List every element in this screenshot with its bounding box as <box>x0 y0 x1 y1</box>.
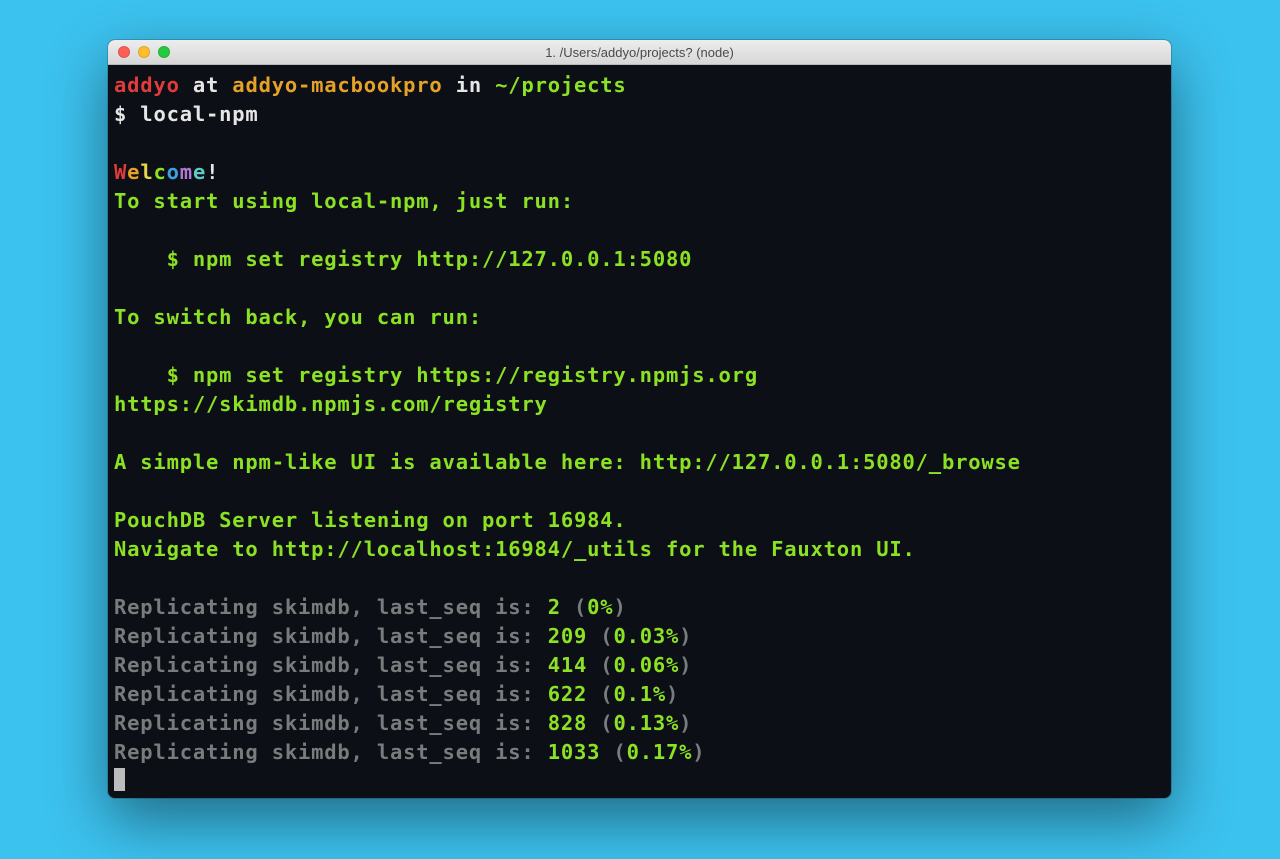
paren-close: ) <box>692 740 705 764</box>
paren-open: ( <box>600 653 613 677</box>
welcome-letter: W <box>114 160 127 184</box>
line-switch: To switch back, you can run: <box>114 305 482 329</box>
welcome-banner: Welcome! <box>114 160 219 184</box>
paren-close: ) <box>679 711 692 735</box>
paren-open: ( <box>574 595 587 619</box>
replication-row: Replicating skimdb, last_seq is: 209 (0.… <box>114 624 692 648</box>
cmd-set-local: $ npm set registry http://127.0.0.1:5080 <box>114 247 692 271</box>
replication-seq: 622 <box>548 682 587 706</box>
prompt-at: at <box>180 73 233 97</box>
close-icon[interactable] <box>118 46 130 58</box>
traffic-lights <box>118 46 170 58</box>
replication-prefix: Replicating skimdb, last_seq is: <box>114 653 548 677</box>
replication-row: Replicating skimdb, last_seq is: 414 (0.… <box>114 653 692 677</box>
prompt-host: addyo-macbookpro <box>232 73 442 97</box>
welcome-letter: ! <box>206 160 219 184</box>
prompt-dollar: $ <box>114 102 140 126</box>
welcome-letter: m <box>180 160 193 184</box>
paren-close: ) <box>613 595 626 619</box>
skimdb-url: https://skimdb.npmjs.com/registry <box>114 392 548 416</box>
zoom-icon[interactable] <box>158 46 170 58</box>
replication-seq: 1033 <box>548 740 601 764</box>
replication-log: Replicating skimdb, last_seq is: 2 (0%) … <box>114 595 705 764</box>
replication-seq: 828 <box>548 711 587 735</box>
paren-open: ( <box>600 682 613 706</box>
prompt-user: addyo <box>114 73 180 97</box>
replication-prefix: Replicating skimdb, last_seq is: <box>114 740 548 764</box>
pouch-line: PouchDB Server listening on port 16984. <box>114 508 627 532</box>
replication-row: Replicating skimdb, last_seq is: 622 (0.… <box>114 682 679 706</box>
cursor-icon <box>114 768 125 791</box>
paren-close: ) <box>679 653 692 677</box>
replication-pct: 0.03% <box>613 624 679 648</box>
replication-pct: 0.06% <box>613 653 679 677</box>
minimize-icon[interactable] <box>138 46 150 58</box>
replication-prefix: Replicating skimdb, last_seq is: <box>114 682 548 706</box>
paren-open: ( <box>600 624 613 648</box>
fauxton-line: Navigate to http://localhost:16984/_util… <box>114 537 916 561</box>
paren-open: ( <box>613 740 626 764</box>
ui-line: A simple npm-like UI is available here: … <box>114 450 1021 474</box>
prompt-path: ~/projects <box>495 73 626 97</box>
replication-seq: 209 <box>548 624 587 648</box>
replication-prefix: Replicating skimdb, last_seq is: <box>114 711 548 735</box>
replication-seq: 2 <box>548 595 561 619</box>
paren-open: ( <box>600 711 613 735</box>
line-start: To start using local-npm, just run: <box>114 189 574 213</box>
prompt-command: local-npm <box>140 102 258 126</box>
paren-close: ) <box>666 682 679 706</box>
welcome-letter: l <box>140 160 153 184</box>
welcome-letter: o <box>167 160 180 184</box>
terminal-body[interactable]: addyo at addyo-macbookpro in ~/projects … <box>108 65 1171 798</box>
replication-pct: 0.13% <box>613 711 679 735</box>
terminal-window: 1. /Users/addyo/projects? (node) addyo a… <box>108 40 1171 798</box>
replication-pct: 0.17% <box>627 740 693 764</box>
window-title: 1. /Users/addyo/projects? (node) <box>108 45 1171 60</box>
welcome-letter: e <box>127 160 140 184</box>
replication-pct: 0.1% <box>613 682 666 706</box>
welcome-letter: c <box>153 160 166 184</box>
welcome-letter: e <box>193 160 206 184</box>
prompt-in: in <box>443 73 496 97</box>
titlebar[interactable]: 1. /Users/addyo/projects? (node) <box>108 40 1171 65</box>
paren-close: ) <box>679 624 692 648</box>
replication-seq: 414 <box>548 653 587 677</box>
replication-row: Replicating skimdb, last_seq is: 828 (0.… <box>114 711 692 735</box>
replication-row: Replicating skimdb, last_seq is: 1033 (0… <box>114 740 705 764</box>
replication-prefix: Replicating skimdb, last_seq is: <box>114 595 548 619</box>
replication-row: Replicating skimdb, last_seq is: 2 (0%) <box>114 595 627 619</box>
replication-pct: 0% <box>587 595 613 619</box>
cmd-set-default: $ npm set registry https://registry.npmj… <box>114 363 758 387</box>
replication-prefix: Replicating skimdb, last_seq is: <box>114 624 548 648</box>
